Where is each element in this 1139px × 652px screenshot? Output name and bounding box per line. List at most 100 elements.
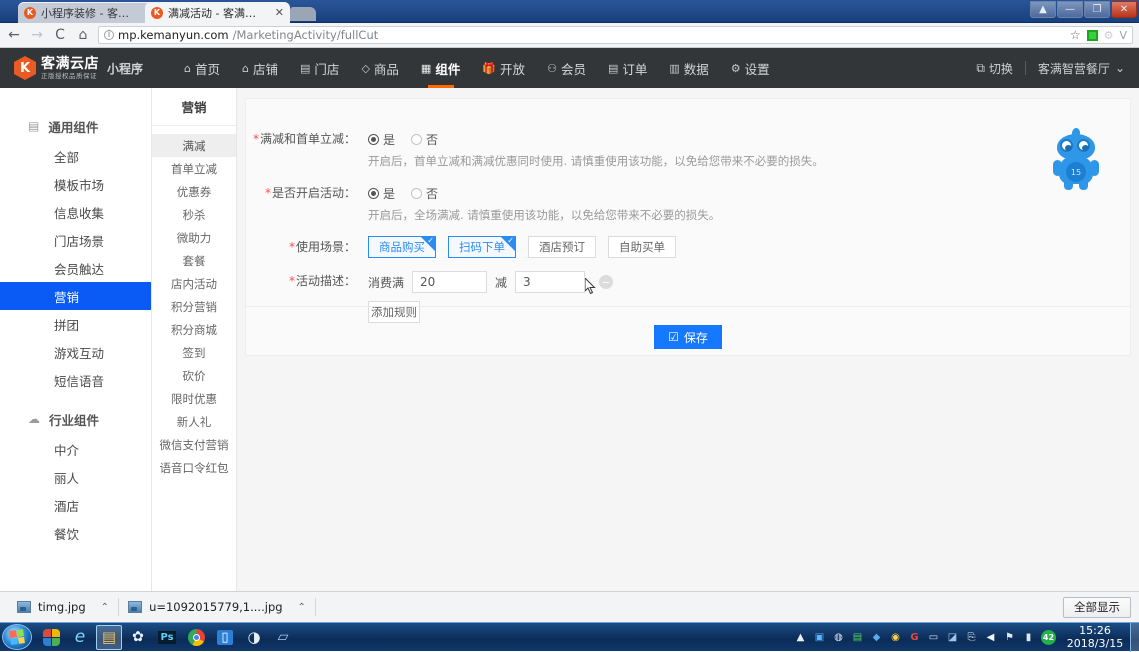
tray-box-icon[interactable]: ▭ <box>927 631 940 644</box>
sidebar-item-member-reach[interactable]: 会员触达 <box>0 254 151 282</box>
customer-service-mascot[interactable]: 15 <box>1053 126 1099 192</box>
sidebar-item-agency[interactable]: 中介 <box>0 435 151 463</box>
chevron-up-icon[interactable]: ⌃ <box>101 602 109 613</box>
tray-dark-icon[interactable]: ◍ <box>832 631 845 644</box>
bookmark-star-icon[interactable]: ☆ <box>1070 28 1081 42</box>
tray-check-icon[interactable]: ▤ <box>851 631 864 644</box>
discount-amount-input[interactable] <box>515 271 586 293</box>
submenu-item-micro-help[interactable]: 微助力 <box>152 226 236 249</box>
nav-item-shop[interactable]: ⌂ 店铺 <box>231 48 289 88</box>
taskbar-clock[interactable]: 15:26 2018/3/15 <box>1066 624 1124 650</box>
reload-icon[interactable]: C <box>52 27 68 43</box>
nav-item-goods[interactable]: ◇ 商品 <box>350 48 409 88</box>
submenu-item-seckill[interactable]: 秒杀 <box>152 203 236 226</box>
download-item-2[interactable]: u=1092015779,1....jpg ⌃ <box>119 596 315 619</box>
new-tab-button[interactable] <box>290 7 316 21</box>
show-desktop-button[interactable] <box>1130 622 1139 652</box>
home-icon[interactable]: ⌂ <box>75 27 91 43</box>
tab-close-icon[interactable]: ✕ <box>275 6 284 19</box>
radio-yes[interactable]: 是 <box>368 131 395 148</box>
flag-icon[interactable]: ⚑ <box>1003 631 1016 644</box>
scene-goods-purchase[interactable]: 商品购买 ✓ <box>368 236 436 258</box>
extension-v-icon[interactable]: V <box>1119 29 1127 42</box>
photoshop-icon[interactable]: Ps <box>154 625 180 650</box>
submenu-item-limited-time[interactable]: 限时优惠 <box>152 387 236 410</box>
notification-badge[interactable]: 42 <box>1041 629 1056 645</box>
sidebar-item-marketing[interactable]: 营销 <box>0 282 151 310</box>
browser-tab-1[interactable]: K 小程序装修 - 客满云店 ✕ <box>18 2 163 23</box>
download-item-1[interactable]: timg.jpg ⌃ <box>8 596 118 619</box>
remove-rule-icon[interactable]: − <box>599 275 614 289</box>
sidebar-item-store-scene[interactable]: 门店场景 <box>0 226 151 254</box>
nav-item-components[interactable]: ▦ 组件 <box>410 48 471 88</box>
chevron-up-icon[interactable]: ⌃ <box>298 602 306 613</box>
tray-diamond-icon[interactable]: ◆ <box>870 631 883 644</box>
forward-icon[interactable]: → <box>29 27 45 43</box>
window-icon[interactable]: ▱ <box>270 625 296 650</box>
nav-item-settings[interactable]: ⚙ 设置 <box>720 48 781 88</box>
tray-screen-icon[interactable]: ◪ <box>946 631 959 644</box>
submenu-item-bargain[interactable]: 砍价 <box>152 364 236 387</box>
nav-item-data[interactable]: ▥ 数据 <box>658 48 719 88</box>
tray-yellow-icon[interactable]: ◉ <box>889 631 902 644</box>
submenu-item-newcomer-gift[interactable]: 新人礼 <box>152 410 236 433</box>
volume-icon[interactable]: ◀ <box>984 631 997 644</box>
back-icon[interactable]: ← <box>6 27 22 43</box>
submenu-item-checkin[interactable]: 签到 <box>152 341 236 364</box>
nav-item-home[interactable]: ⌂ 首页 <box>173 48 231 88</box>
sidebar-item-info-collect[interactable]: 信息收集 <box>0 198 151 226</box>
scene-hotel-booking[interactable]: 酒店预订 <box>528 236 596 258</box>
sidebar-item-catering[interactable]: 餐饮 <box>0 519 151 547</box>
nav-item-orders[interactable]: ▤ 订单 <box>597 48 658 88</box>
scene-self-checkout[interactable]: 自助买单 <box>608 236 676 258</box>
minimize-button[interactable]: — <box>1057 1 1083 18</box>
sidebar-item-hotel[interactable]: 酒店 <box>0 491 151 519</box>
extension-green-icon[interactable] <box>1086 29 1098 41</box>
sidebar-item-template-market[interactable]: 模板市场 <box>0 170 151 198</box>
add-rule-button[interactable]: 添加规则 <box>368 301 420 323</box>
close-window-button[interactable]: ✕ <box>1111 1 1137 18</box>
maximize-button[interactable]: ❐ <box>1084 1 1110 18</box>
network-icon[interactable]: ▮ <box>1022 631 1035 644</box>
chrome-icon[interactable] <box>183 625 209 650</box>
sidebar-item-all[interactable]: 全部 <box>0 142 151 170</box>
submenu-item-package[interactable]: 套餐 <box>152 249 236 272</box>
radio-no[interactable]: 否 <box>411 131 438 148</box>
obs-icon[interactable]: ◑ <box>241 625 267 650</box>
site-info-icon[interactable]: i <box>104 30 114 40</box>
sidebar-item-beauty[interactable]: 丽人 <box>0 463 151 491</box>
tray-up-icon[interactable]: ▲ <box>794 631 807 644</box>
submenu-item-coupon[interactable]: 优惠券 <box>152 180 236 203</box>
nav-item-store[interactable]: ▤ 门店 <box>289 48 350 88</box>
restore-down-button[interactable]: ▲ <box>1030 1 1056 18</box>
folder-icon[interactable]: ▤ <box>96 624 122 650</box>
submenu-item-fullcut[interactable]: 满减 <box>152 134 236 157</box>
submenu-item-first-order[interactable]: 首单立减 <box>152 157 236 180</box>
submenu-item-in-store-activity[interactable]: 店内活动 <box>152 272 236 295</box>
gear-icon[interactable]: ⚙ <box>1104 29 1114 42</box>
browser-tab-2[interactable]: K 满减活动 - 客满云店 ✕ <box>145 2 290 23</box>
show-all-downloads-button[interactable]: 全部显示 <box>1063 596 1131 618</box>
taskbar-icon-colorful[interactable] <box>38 625 64 650</box>
sidebar-item-sms-voice[interactable]: 短信语音 <box>0 366 151 394</box>
tray-g-icon[interactable]: G <box>908 631 921 644</box>
sidebar-item-game[interactable]: 游戏互动 <box>0 338 151 366</box>
switch-account-button[interactable]: ⧉ 切换 <box>976 60 1013 77</box>
radio-no[interactable]: 否 <box>411 185 438 202</box>
save-button[interactable]: ☑ 保存 <box>654 325 722 349</box>
start-button[interactable] <box>2 624 32 650</box>
nav-item-members[interactable]: ⚇ 会员 <box>536 48 597 88</box>
submenu-item-points-marketing[interactable]: 积分营销 <box>152 295 236 318</box>
site-logo[interactable]: K 客满云店 正版授权品质保证 小程序 <box>14 56 143 80</box>
nav-item-open[interactable]: 🎁 开放 <box>471 48 536 88</box>
tray-eject-icon[interactable]: ⎘ <box>965 631 978 644</box>
submenu-item-voice-redpacket[interactable]: 语音口令红包 <box>152 456 236 479</box>
spend-amount-input[interactable] <box>412 271 488 293</box>
submenu-item-wechat-pay-marketing[interactable]: 微信支付营销 <box>152 433 236 456</box>
address-bar[interactable]: i mp.kemanyun.com /MarketingActivity/ful… <box>98 26 1133 44</box>
phone-app-icon[interactable]: ▯ <box>212 625 238 650</box>
radio-yes[interactable]: 是 <box>368 185 395 202</box>
ie-icon[interactable]: e <box>67 625 93 650</box>
app-tree-icon[interactable]: ✿ <box>125 625 151 650</box>
user-menu[interactable]: 客满智营餐厅 ⌄ <box>1038 60 1125 77</box>
